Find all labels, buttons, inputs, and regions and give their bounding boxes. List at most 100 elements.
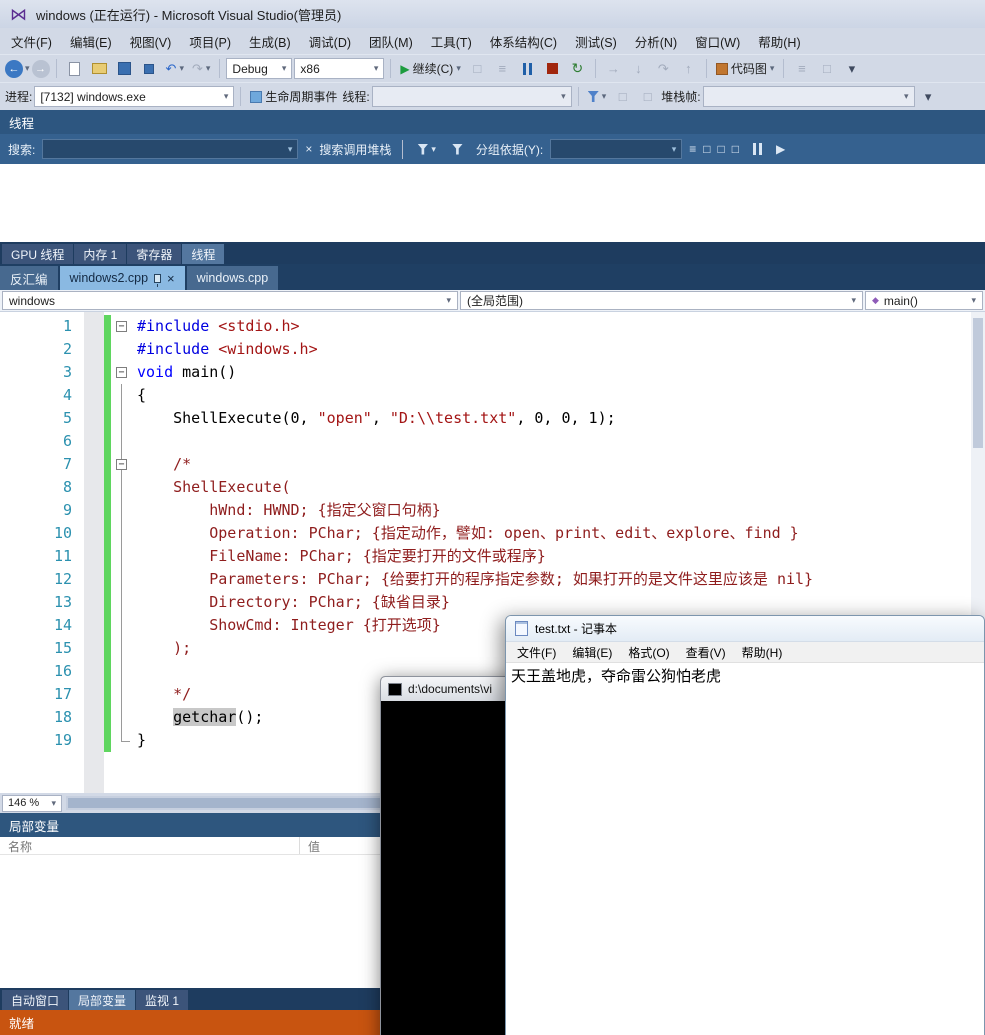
menu-item[interactable]: 项目(P)	[180, 28, 240, 55]
show-next-statement-button[interactable]: →	[602, 58, 625, 80]
filter-button[interactable]: ▾	[585, 86, 610, 108]
clear-search-icon[interactable]: ×	[305, 142, 312, 156]
fold-margin[interactable]	[111, 706, 137, 729]
fold-margin[interactable]	[111, 591, 137, 614]
columns-button[interactable]: □	[703, 142, 710, 156]
code-line[interactable]: 2 #include <windows.h>	[0, 338, 985, 361]
step-out-button[interactable]: ↑	[677, 58, 700, 80]
project-types-dropdown[interactable]: windows ▾	[2, 291, 458, 310]
unflag-threads-button[interactable]: □	[636, 86, 659, 108]
notepad-title-bar[interactable]: test.txt - 记事本	[506, 616, 984, 642]
fold-collapse-icon[interactable]: −	[116, 459, 127, 470]
code-line[interactable]: 8 ShellExecute(	[0, 476, 985, 499]
search-input[interactable]: ▾	[42, 139, 299, 159]
fold-margin[interactable]	[111, 614, 137, 637]
document-tab[interactable]: windows2.cpp ×	[59, 266, 185, 290]
fold-margin[interactable]	[111, 338, 137, 361]
step-over-button[interactable]: ↷	[652, 58, 675, 80]
bottom-tab[interactable]: 自动窗口	[2, 990, 69, 1010]
menu-item[interactable]: 编辑(E)	[61, 28, 121, 55]
code-line[interactable]: 12 Parameters: PChar; {给要打开的程序指定参数; 如果打开…	[0, 568, 985, 591]
collapse-stacks-button[interactable]: □	[732, 142, 739, 156]
scope-dropdown[interactable]: (全局范围) ▾	[460, 291, 863, 310]
open-file-button[interactable]	[88, 58, 111, 80]
code-line[interactable]: 13 Directory: PChar; {缺省目录}	[0, 591, 985, 614]
step-into-button[interactable]: ↓	[627, 58, 650, 80]
menu-item[interactable]: 视图(V)	[121, 28, 181, 55]
toolbar-overflow-button[interactable]: ▾	[840, 58, 863, 80]
code-line[interactable]: 1 − #include <stdio.h>	[0, 315, 985, 338]
menu-item[interactable]: 体系结构(C)	[481, 28, 566, 55]
misc-tool-button[interactable]: ≡	[790, 58, 813, 80]
threads-tab[interactable]: 线程	[182, 244, 225, 264]
columns-button[interactable]: ≡	[689, 142, 696, 156]
notepad-menu-item[interactable]: 格式(O)	[620, 642, 677, 663]
solution-platform-combo[interactable]: x86 ▾	[294, 58, 385, 79]
fold-margin[interactable]: −	[111, 315, 137, 338]
code-line[interactable]: 5 ShellExecute(0, "open", "D:\\test.txt"…	[0, 407, 985, 430]
menu-item[interactable]: 帮助(H)	[749, 28, 809, 55]
fold-margin[interactable]	[111, 660, 137, 683]
notepad-menu-item[interactable]: 编辑(E)	[564, 642, 620, 663]
pin-icon[interactable]	[154, 273, 162, 287]
fold-margin[interactable]	[111, 729, 137, 752]
fold-margin[interactable]	[111, 476, 137, 499]
notepad-menu-item[interactable]: 帮助(H)	[734, 642, 791, 663]
search-call-stack-label[interactable]: 搜索调用堆栈	[319, 141, 391, 158]
code-line[interactable]: 4{	[0, 384, 985, 407]
diagnostics-button[interactable]: ≡	[491, 58, 514, 80]
fold-margin[interactable]	[111, 637, 137, 660]
code-line[interactable]: 11 FileName: PChar; {指定要打开的文件或程序}	[0, 545, 985, 568]
code-line[interactable]: 9 hWnd: HWND; {指定父窗口句柄}	[0, 499, 985, 522]
code-line[interactable]: 10 Operation: PChar; {指定动作，譬如: open、prin…	[0, 522, 985, 545]
close-icon[interactable]: ×	[167, 272, 175, 285]
zoom-select[interactable]: 146 % ▾	[2, 794, 62, 812]
undo-button[interactable]: ↶ ▾	[163, 58, 187, 80]
menu-item[interactable]: 调试(D)	[300, 28, 360, 55]
fold-collapse-icon[interactable]: −	[116, 367, 127, 378]
bottom-tab[interactable]: 监视 1	[136, 990, 189, 1010]
menu-item[interactable]: 文件(F)	[2, 28, 61, 55]
filter-flagged-button[interactable]: ▾	[414, 138, 439, 160]
code-line[interactable]: 7 − /*	[0, 453, 985, 476]
threads-panel-header[interactable]: 线程	[0, 110, 985, 134]
process-combo[interactable]: [7132] windows.exe ▾	[34, 86, 235, 107]
code-map-button[interactable]: 代码图 ▾	[713, 58, 778, 80]
menu-item[interactable]: 分析(N)	[626, 28, 686, 55]
fold-margin[interactable]: −	[111, 453, 137, 476]
threads-tab[interactable]: 内存 1	[74, 244, 127, 264]
thread-combo[interactable]: ▾	[371, 86, 572, 107]
stack-frame-combo[interactable]: ▾	[702, 86, 915, 107]
threads-tab[interactable]: 寄存器	[127, 244, 182, 264]
fold-margin[interactable]: −	[111, 361, 137, 384]
thaw-thread-button[interactable]: ▶	[776, 142, 785, 156]
freeze-thread-button[interactable]	[746, 138, 769, 160]
save-all-button[interactable]	[138, 58, 161, 80]
fold-margin[interactable]	[111, 407, 137, 430]
menu-item[interactable]: 生成(B)	[240, 28, 300, 55]
save-button[interactable]	[113, 58, 136, 80]
menu-item[interactable]: 工具(T)	[422, 28, 481, 55]
document-tab[interactable]: 反汇编	[0, 266, 58, 290]
redo-button[interactable]: ↷ ▾	[189, 58, 213, 80]
menu-item[interactable]: 团队(M)	[360, 28, 422, 55]
scrollbar-thumb[interactable]	[973, 318, 983, 448]
fold-margin[interactable]	[111, 683, 137, 706]
intellitrace-button[interactable]: □	[466, 58, 489, 80]
misc-tool-button[interactable]: □	[815, 58, 838, 80]
restart-button[interactable]: ↻	[566, 58, 589, 80]
continue-button[interactable]: ▶ 继续(C) ▾	[397, 58, 463, 80]
fold-collapse-icon[interactable]: −	[116, 321, 127, 332]
navigate-forward-icon[interactable]: →	[31, 59, 50, 78]
code-line[interactable]: 3 − void main()	[0, 361, 985, 384]
toolbar-overflow-button[interactable]: ▾	[917, 86, 940, 108]
menu-item[interactable]: 窗口(W)	[686, 28, 749, 55]
fold-margin[interactable]	[111, 568, 137, 591]
group-by-combo[interactable]: ▾	[550, 139, 683, 159]
members-dropdown[interactable]: ◆ main() ▾	[865, 291, 983, 310]
fold-margin[interactable]	[111, 522, 137, 545]
expand-stacks-button[interactable]: □	[718, 142, 725, 156]
notepad-window[interactable]: test.txt - 记事本 文件(F) 编辑(E) 格式(O) 查看(V) 帮助(H)…	[505, 615, 985, 1035]
column-header-name[interactable]: 名称	[0, 837, 300, 854]
notepad-menu-item[interactable]: 文件(F)	[509, 642, 564, 663]
